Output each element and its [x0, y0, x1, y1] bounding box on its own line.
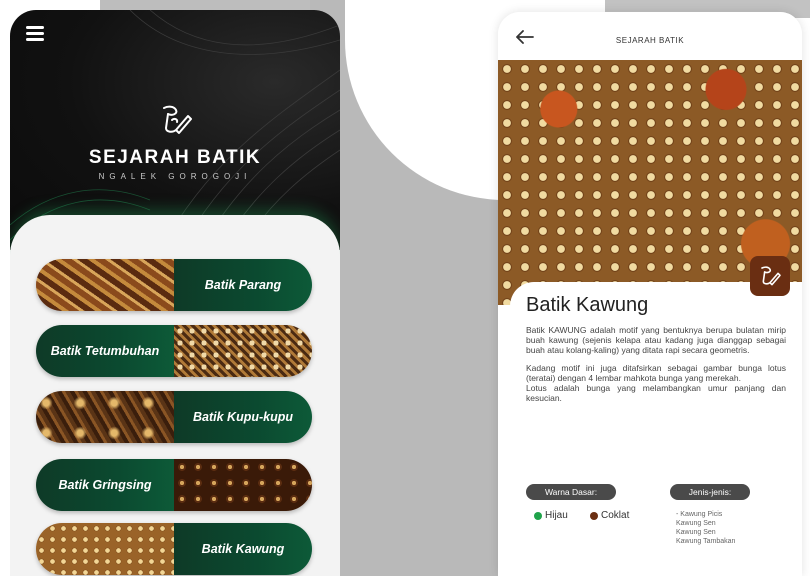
menu-icon[interactable] — [26, 26, 44, 41]
list-item: Kawung Sen — [676, 520, 716, 527]
batik-logo-badge — [750, 256, 790, 296]
types-chip: Jenis-jenis: — [670, 484, 750, 500]
batik-parang-image — [36, 259, 174, 311]
batik-item-kupu-kupu[interactable]: Batik Kupu-kupu — [36, 391, 312, 443]
batik-kawung-image — [36, 523, 174, 575]
home-screen: SEJARAH BATIK NGALEK GOROGOJI Batik Para… — [10, 10, 340, 576]
batik-item-label: Batik Kawung — [174, 523, 312, 575]
batik-logo-icon — [761, 266, 781, 286]
detail-header-title: SEJARAH BATIK — [615, 36, 685, 45]
color-item-coklat: Coklat — [590, 510, 629, 521]
batik-gringsing-image — [174, 459, 312, 511]
batik-kupu-kupu-image — [36, 391, 174, 443]
batik-item-tetumbuhan[interactable]: Batik Tetumbuhan — [36, 325, 312, 377]
list-item: - Kawung Picis — [676, 511, 723, 518]
home-header: SEJARAH BATIK NGALEK GOROGOJI — [10, 10, 340, 250]
detail-topbar: SEJARAH BATIK — [498, 12, 802, 64]
base-color-chip: Warna Dasar: — [526, 484, 616, 500]
batik-item-label: Batik Parang — [174, 259, 312, 311]
detail-title: Batik Kawung — [526, 294, 649, 316]
color-name: Coklat — [601, 510, 630, 521]
color-item-hijau: Hijau — [534, 510, 568, 521]
batik-item-gringsing[interactable]: Batik Gringsing — [36, 459, 312, 511]
color-name: Hijau — [545, 510, 568, 521]
batik-logo-icon — [163, 105, 192, 134]
batik-item-label: Batik Tetumbuhan — [36, 325, 174, 377]
batik-tetumbuhan-image — [174, 325, 312, 377]
app-subtitle: NGALEK GOROGOJI — [98, 172, 252, 181]
detail-paragraph: Lotus adalah bunga yang melambangkan umu… — [526, 383, 786, 403]
list-item: Kawung Sen — [676, 529, 716, 536]
batik-item-parang[interactable]: Batik Parang — [36, 259, 312, 311]
detail-screen: SEJARAH BATIK Batik Kawung Batik KAWUNG … — [498, 12, 802, 576]
batik-item-label: Batik Gringsing — [36, 459, 174, 511]
types-list: - Kawung Picis Kawung Sen Kawung Sen Kaw… — [676, 510, 796, 546]
batik-item-kawung[interactable]: Batik Kawung — [36, 523, 312, 575]
batik-item-label: Batik Kupu-kupu — [174, 391, 312, 443]
list-item: Kawung Tambakan — [676, 538, 736, 545]
batik-list: Batik Parang Batik Tetumbuhan Batik Kupu… — [10, 215, 340, 576]
app-title: SEJARAH BATIK — [88, 147, 262, 168]
detail-paragraph: Kadang motif ini juga ditafsirkan sebaga… — [526, 363, 786, 383]
batik-info: Warna Dasar: Jenis-jenis: Hijau Coklat -… — [526, 484, 796, 574]
green-dot-icon — [534, 511, 542, 520]
brown-dot-icon — [590, 511, 598, 520]
detail-paragraph: Batik KAWUNG adalah motif yang bentuknya… — [526, 325, 786, 355]
